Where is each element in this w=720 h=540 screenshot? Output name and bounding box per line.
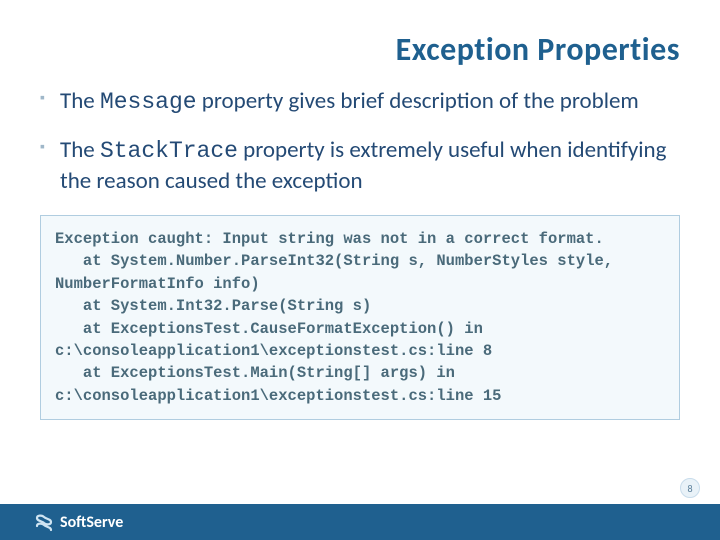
list-item: The Message property gives brief descrip…: [40, 87, 680, 118]
bullet-list: The Message property gives brief descrip…: [40, 87, 680, 197]
code-block: Exception caught: Input string was not i…: [40, 215, 680, 421]
page-number-badge: 8: [680, 478, 700, 498]
logo-icon: [34, 512, 54, 532]
bullet-text-post: property gives brief description of the …: [197, 87, 639, 115]
footer-bar: SoftServe: [0, 504, 720, 540]
slide-title: Exception Properties: [40, 30, 680, 69]
brand-name: SoftServe: [60, 513, 123, 532]
bullet-text-pre: The: [60, 87, 100, 115]
brand-logo: SoftServe: [34, 512, 123, 532]
bullet-code-word: StackTrace: [100, 138, 238, 164]
slide: Exception Properties The Message propert…: [0, 0, 720, 540]
list-item: The StackTrace property is extremely use…: [40, 136, 680, 197]
bullet-text-pre: The: [60, 136, 100, 164]
bullet-code-word: Message: [100, 89, 197, 115]
